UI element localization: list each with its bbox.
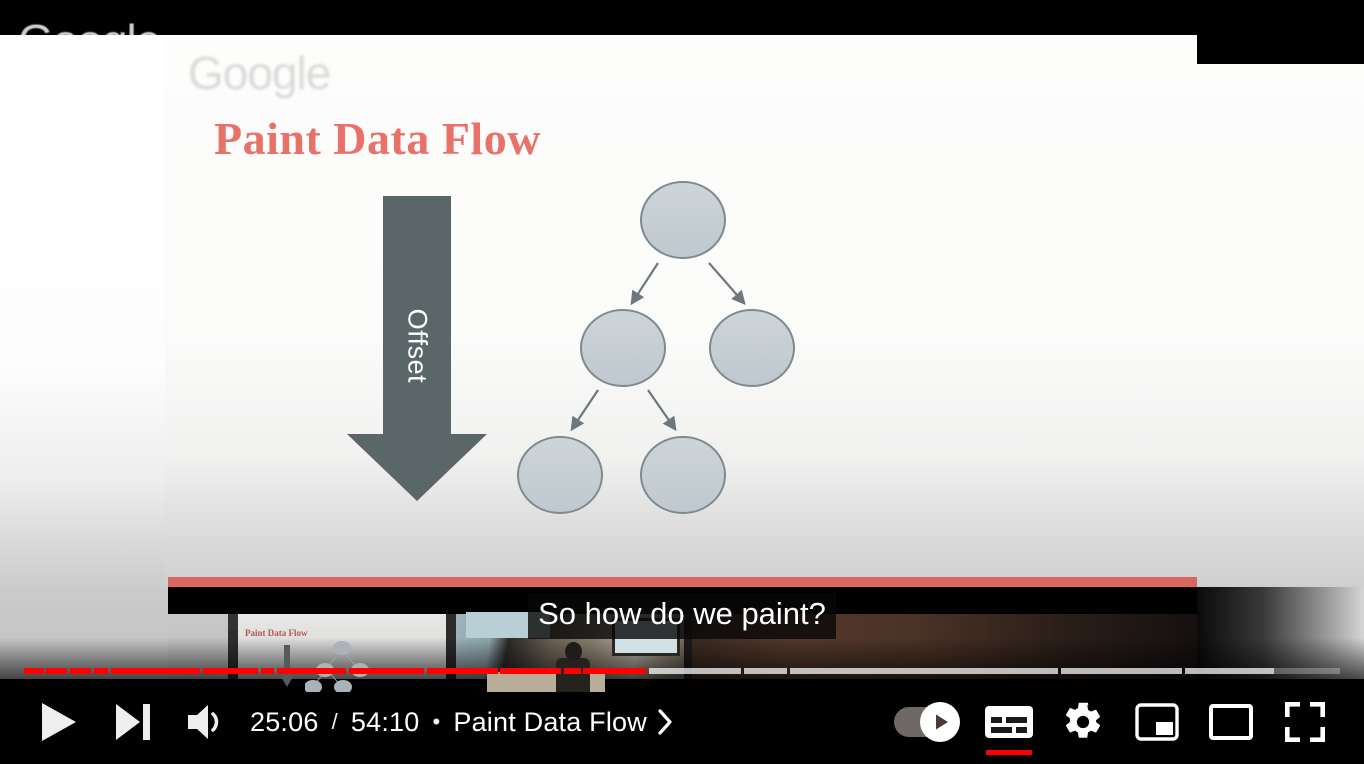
progress-chapter-17[interactable] [1061,668,1183,674]
google-watermark-dark: Google [18,15,161,67]
chapter-played [46,668,68,674]
right-controls [878,685,1342,759]
chapter-buffered [743,668,788,674]
gear-icon [1065,702,1101,738]
tree-node-root [640,181,726,259]
chapter-played [500,668,561,674]
progress-chapter-13[interactable] [583,668,647,674]
chapter-played [202,668,259,674]
current-time: 25:06 [250,706,319,737]
subtitles-icon [985,706,1033,738]
chapter-buffered [1061,668,1183,674]
tree-node-left-left [517,436,603,514]
next-icon [116,704,150,740]
google-watermark-light: Google [188,47,331,99]
progress-chapter-6[interactable] [202,668,259,674]
theater-icon [1209,704,1253,740]
progress-chapter-3[interactable] [70,668,92,674]
theater-mode-button[interactable] [1194,685,1268,759]
progress-chapter-12[interactable] [563,668,581,674]
chapter-title[interactable]: Paint Data Flow [453,707,647,738]
tree-node-left [580,309,666,387]
thumbnail-wall-picture-left [466,612,550,638]
time-and-chapter: 25:06 / 54:10 • Paint Data Flow [250,707,674,738]
volume-button[interactable] [170,685,244,759]
chapter-buffered [1184,668,1275,674]
time-separator: / [331,709,338,734]
tree-node-left-right [640,436,726,514]
slide-title: Paint Data Flow [214,113,541,164]
next-video-button[interactable] [96,685,170,759]
progress-chapter-4[interactable] [93,668,109,674]
progress-chapter-5[interactable] [110,668,201,674]
progress-track[interactable] [24,668,1340,674]
chapter-buffered [789,668,1059,674]
autoplay-toggle[interactable] [878,685,972,759]
progress-chapter-8[interactable] [276,668,347,674]
subtitles-active-indicator [986,750,1032,755]
autoplay-play-icon [936,714,948,730]
progress-chapter-9[interactable] [349,668,425,674]
progress-chapter-2[interactable] [46,668,68,674]
slide-top-right-notch [1197,35,1364,64]
subtitles-button[interactable] [972,685,1046,759]
paint-tree-diagram [480,170,840,530]
frame-edge-sliver [228,614,238,630]
autoplay-knob [920,702,960,742]
chapter-played [349,668,425,674]
progress-chapter-1[interactable] [24,668,44,674]
chapter-played [583,668,647,674]
offset-arrow: Offset [347,196,487,501]
left-controls: 25:06 / 54:10 • Paint Data Flow [22,685,674,759]
fullscreen-button[interactable] [1268,685,1342,759]
miniplayer-button[interactable] [1120,685,1194,759]
player-controls[interactable]: 25:06 / 54:10 • Paint Data Flow [0,680,1364,764]
miniplayer-icon [1135,703,1179,741]
progress-chapter-10[interactable] [426,668,498,674]
chapter-played [260,668,275,674]
chapter-played [563,668,581,674]
tree-node-right [709,309,795,387]
chapter-chevron-icon[interactable] [657,708,674,736]
chapter-played [426,668,498,674]
chapter-played [110,668,201,674]
thumbnail-wall-picture-right [612,618,680,656]
progress-chapter-15[interactable] [743,668,788,674]
chapter-played [24,668,44,674]
dot-separator: • [432,709,441,734]
tree-nodes [517,181,795,514]
slide-left-bleed [0,35,166,587]
progress-chapter-7[interactable] [260,668,275,674]
offset-arrow-label: Offset [402,308,433,383]
video-player[interactable]: Google Google Paint Data Flow Offset Pai… [0,0,1364,764]
total-duration: 54:10 [350,706,420,737]
chapter-played [276,668,347,674]
progress-chapter-16[interactable] [789,668,1059,674]
volume-icon [188,705,219,739]
thumbnail-presenter-head [565,642,582,661]
chapter-buffered [649,668,742,674]
play-icon [42,703,76,741]
progress-bar[interactable] [0,662,1364,680]
chapter-played [93,668,109,674]
fullscreen-icon [1285,702,1325,742]
chapter-played [70,668,92,674]
progress-chapter-11[interactable] [500,668,561,674]
play-button[interactable] [22,685,96,759]
settings-button[interactable] [1046,685,1120,759]
thumbnail-mini-title: Paint Data Flow [245,628,308,638]
autoplay-track [894,702,960,742]
progress-chapter-18[interactable] [1184,668,1340,674]
progress-chapter-14[interactable] [649,668,742,674]
